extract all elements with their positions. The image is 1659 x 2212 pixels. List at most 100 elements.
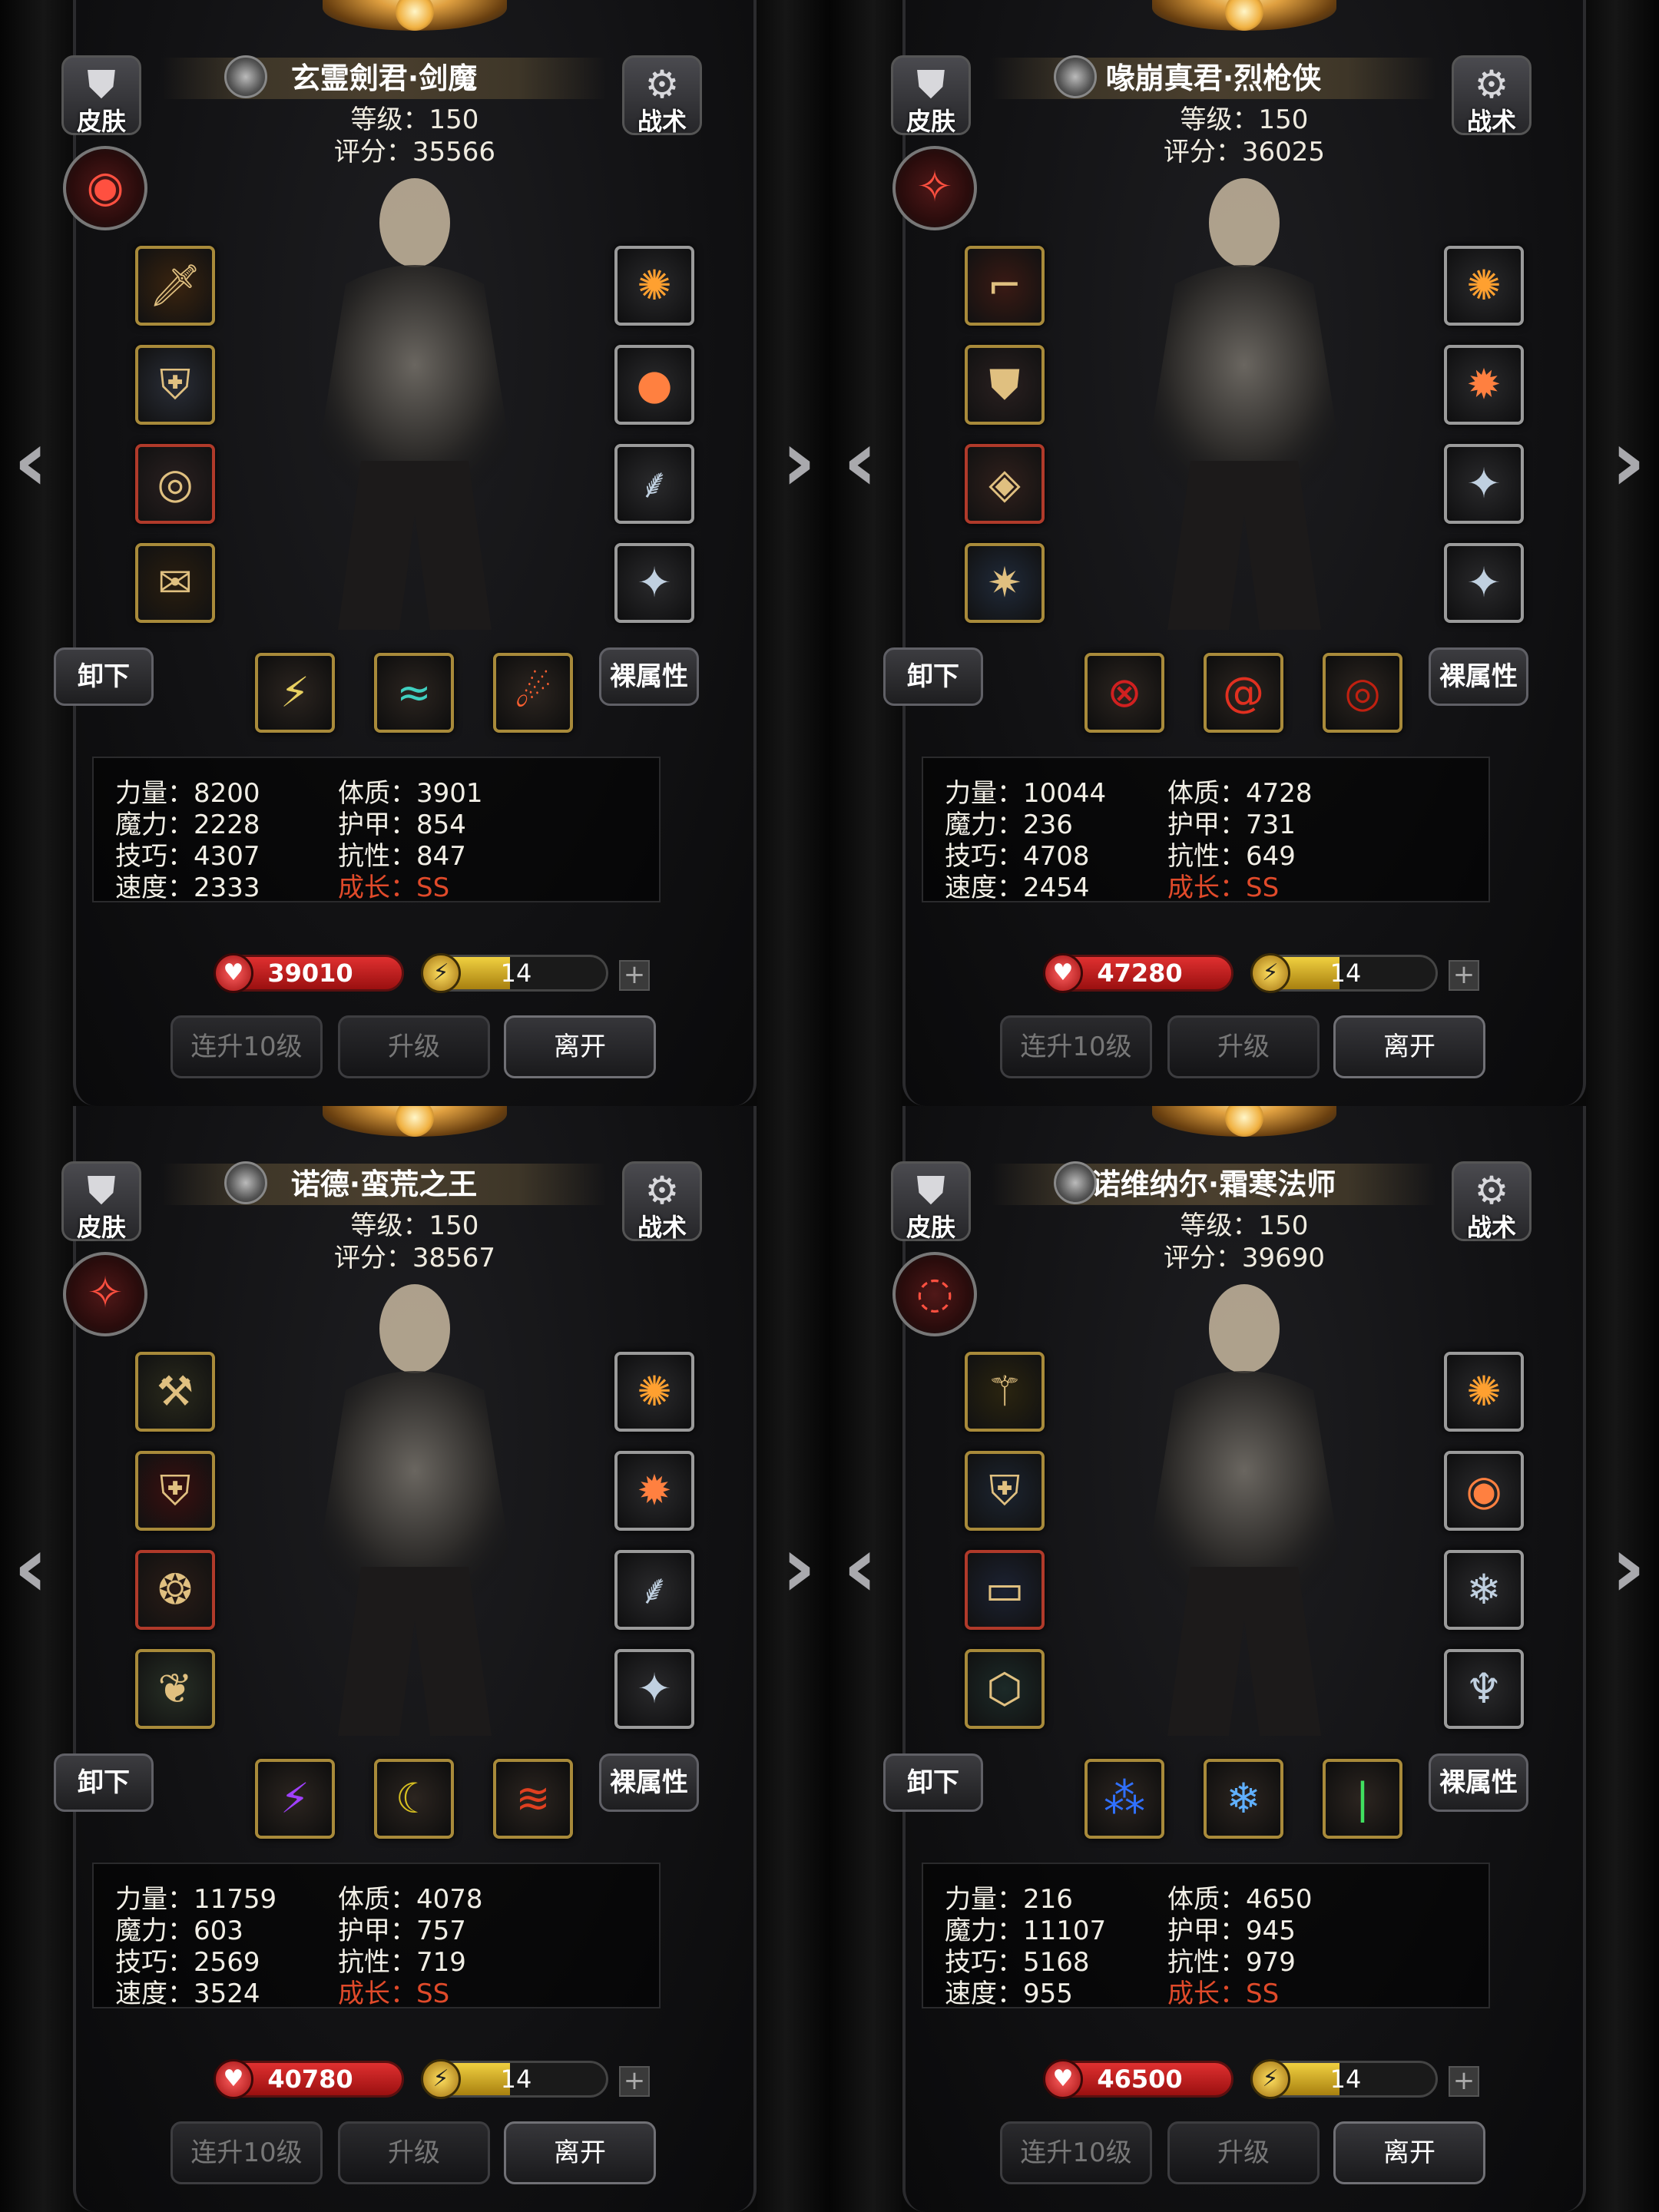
equip-slot-right[interactable]: ✺ [1444, 1352, 1524, 1432]
equip-slot-left[interactable]: ⛊ [965, 345, 1045, 425]
equip-slot-left[interactable]: ⛨ [965, 1451, 1045, 1531]
equip-slot-right[interactable]: ❄ [1444, 1550, 1524, 1630]
tactics-button[interactable]: ⚙ 战术 [622, 55, 702, 135]
skill-slot[interactable]: ⚡ [255, 653, 335, 733]
growth-value: SS [1246, 1979, 1280, 2009]
bare-attributes-button[interactable]: 裸属性 [599, 1753, 699, 1812]
wall-left [830, 1106, 902, 2212]
add-energy-button[interactable]: + [619, 960, 650, 991]
bare-attributes-button[interactable]: 裸属性 [599, 647, 699, 706]
equip-slot-left[interactable]: ◈ [965, 444, 1045, 524]
tactics-button[interactable]: ⚙ 战术 [1452, 55, 1532, 135]
unequip-button[interactable]: 卸下 [883, 1753, 983, 1812]
next-hero-arrow[interactable]: › [776, 1525, 822, 1613]
level-up-10-button[interactable]: 连升10级 [171, 1015, 323, 1078]
growth-label: 成长： [1167, 873, 1246, 903]
prev-hero-arrow[interactable]: ‹ [8, 1525, 54, 1613]
equip-slot-left[interactable]: ⚒ [135, 1352, 215, 1432]
equip-slot-right[interactable]: ✦ [614, 543, 694, 623]
equip-slot-right[interactable]: ✹ [614, 1451, 694, 1531]
level-up-button[interactable]: 升级 [338, 1015, 490, 1078]
shirt-icon: ⛊ [87, 62, 116, 107]
equip-slot-left[interactable]: ⬡ [965, 1649, 1045, 1729]
equip-slot-right[interactable]: ● [614, 345, 694, 425]
equip-slot-left[interactable]: ⛨ [135, 345, 215, 425]
skin-button[interactable]: ⛊ 皮肤 [891, 1161, 971, 1241]
equip-slot-left[interactable]: ⛨ [135, 1451, 215, 1531]
skill-slot[interactable]: ❄ [1204, 1759, 1283, 1839]
next-hero-arrow[interactable]: › [1605, 1525, 1651, 1613]
equip-slot-right[interactable]: ✦ [614, 1649, 694, 1729]
heart-icon: ♥ [214, 953, 253, 993]
equip-slot-right[interactable]: ✺ [1444, 246, 1524, 326]
equip-slot-left[interactable]: 🗡 [135, 246, 215, 326]
unequip-button[interactable]: 卸下 [54, 647, 154, 706]
pendant-icon: ✦ [637, 558, 672, 607]
skill-slot[interactable]: | [1323, 1759, 1402, 1839]
level-up-10-button[interactable]: 连升10级 [1000, 1015, 1152, 1078]
equip-slot-right[interactable]: ✦ [1444, 444, 1524, 524]
equip-slot-left[interactable]: ◎ [135, 444, 215, 524]
equip-slot-left[interactable]: ✉ [135, 543, 215, 623]
next-hero-arrow[interactable]: › [1605, 419, 1651, 507]
bare-attributes-button[interactable]: 裸属性 [1429, 1753, 1528, 1812]
leave-button[interactable]: 离开 [504, 1015, 656, 1078]
equip-slot-left[interactable]: ❂ [135, 1550, 215, 1630]
scroll-icon: ✉ [157, 558, 193, 607]
equip-slot-right[interactable]: ⸙ [614, 1550, 694, 1630]
equip-slot-right[interactable]: ✺ [614, 246, 694, 326]
skill-slot[interactable]: @ [1204, 653, 1283, 733]
leave-button[interactable]: 离开 [504, 2121, 656, 2184]
tactics-button[interactable]: ⚙ 战术 [1452, 1161, 1532, 1241]
level-up-button[interactable]: 升级 [1167, 2121, 1320, 2184]
prev-hero-arrow[interactable]: ‹ [837, 1525, 883, 1613]
equip-slot-right[interactable]: ✹ [1444, 345, 1524, 425]
skin-button[interactable]: ⛊ 皮肤 [61, 55, 141, 135]
prev-hero-arrow[interactable]: ‹ [8, 419, 54, 507]
skin-button[interactable]: ⛊ 皮肤 [891, 55, 971, 135]
equip-slot-right[interactable]: ◉ [1444, 1451, 1524, 1531]
teal-amulet-icon: ⬡ [986, 1664, 1023, 1713]
equip-slot-right[interactable]: ✺ [614, 1352, 694, 1432]
prev-hero-arrow[interactable]: ‹ [837, 419, 883, 507]
skill-slot[interactable]: ☄ [493, 653, 573, 733]
equip-slot-right[interactable]: ✦ [1444, 543, 1524, 623]
equip-slot-left[interactable]: ❦ [135, 1649, 215, 1729]
stat-label: 速度： [115, 1979, 194, 2009]
equip-slot-left[interactable]: ▭ [965, 1550, 1045, 1630]
level-up-button[interactable]: 升级 [338, 2121, 490, 2184]
next-hero-arrow[interactable]: › [776, 419, 822, 507]
stat-value: 955 [1023, 1979, 1073, 2009]
skill-slot[interactable]: ≋ [493, 1759, 573, 1839]
sword-icon: 🗡 [148, 261, 202, 310]
heart-icon: ♥ [1043, 2059, 1083, 2099]
unequip-button[interactable]: 卸下 [883, 647, 983, 706]
unequip-button[interactable]: 卸下 [54, 1753, 154, 1812]
skill-slot[interactable]: ☾ [374, 1759, 454, 1839]
add-energy-button[interactable]: + [1449, 2066, 1479, 2097]
tactics-button[interactable]: ⚙ 战术 [622, 1161, 702, 1241]
bare-attributes-button[interactable]: 裸属性 [1429, 647, 1528, 706]
leave-button[interactable]: 离开 [1333, 2121, 1485, 2184]
hero-panel: ‹ › ⛊ 皮肤 ⚙ 战术 诺维纳尔·霜寒法师 等级：150 评分：39690 ◌ ⚚ ⛨ ▭ ⬡ ✺ ◉ ❄… [830, 1106, 1659, 2212]
equip-slot-left[interactable]: ⚚ [965, 1352, 1045, 1432]
equip-slot-right[interactable]: ⸙ [614, 444, 694, 524]
add-energy-button[interactable]: + [619, 2066, 650, 2097]
stat-growth: 成长：SS [1167, 1972, 1279, 2010]
fire-slash-icon: ☄ [514, 668, 552, 717]
equip-slot-left[interactable]: ✷ [965, 543, 1045, 623]
equip-slot-left[interactable]: ⌐ [965, 246, 1045, 326]
level-up-10-button[interactable]: 连升10级 [171, 2121, 323, 2184]
gear-icon: ⚙ [1474, 1168, 1509, 1213]
skin-button[interactable]: ⛊ 皮肤 [61, 1161, 141, 1241]
skill-slot[interactable]: ⁂ [1084, 1759, 1164, 1839]
level-up-button[interactable]: 升级 [1167, 1015, 1320, 1078]
skill-slot[interactable]: ◎ [1323, 653, 1402, 733]
skill-slot[interactable]: ⚡ [255, 1759, 335, 1839]
leave-button[interactable]: 离开 [1333, 1015, 1485, 1078]
equip-slot-right[interactable]: ♆ [1444, 1649, 1524, 1729]
add-energy-button[interactable]: + [1449, 960, 1479, 991]
skill-slot[interactable]: ⊗ [1084, 653, 1164, 733]
level-up-10-button[interactable]: 连升10级 [1000, 2121, 1152, 2184]
skill-slot[interactable]: ≈ [374, 653, 454, 733]
